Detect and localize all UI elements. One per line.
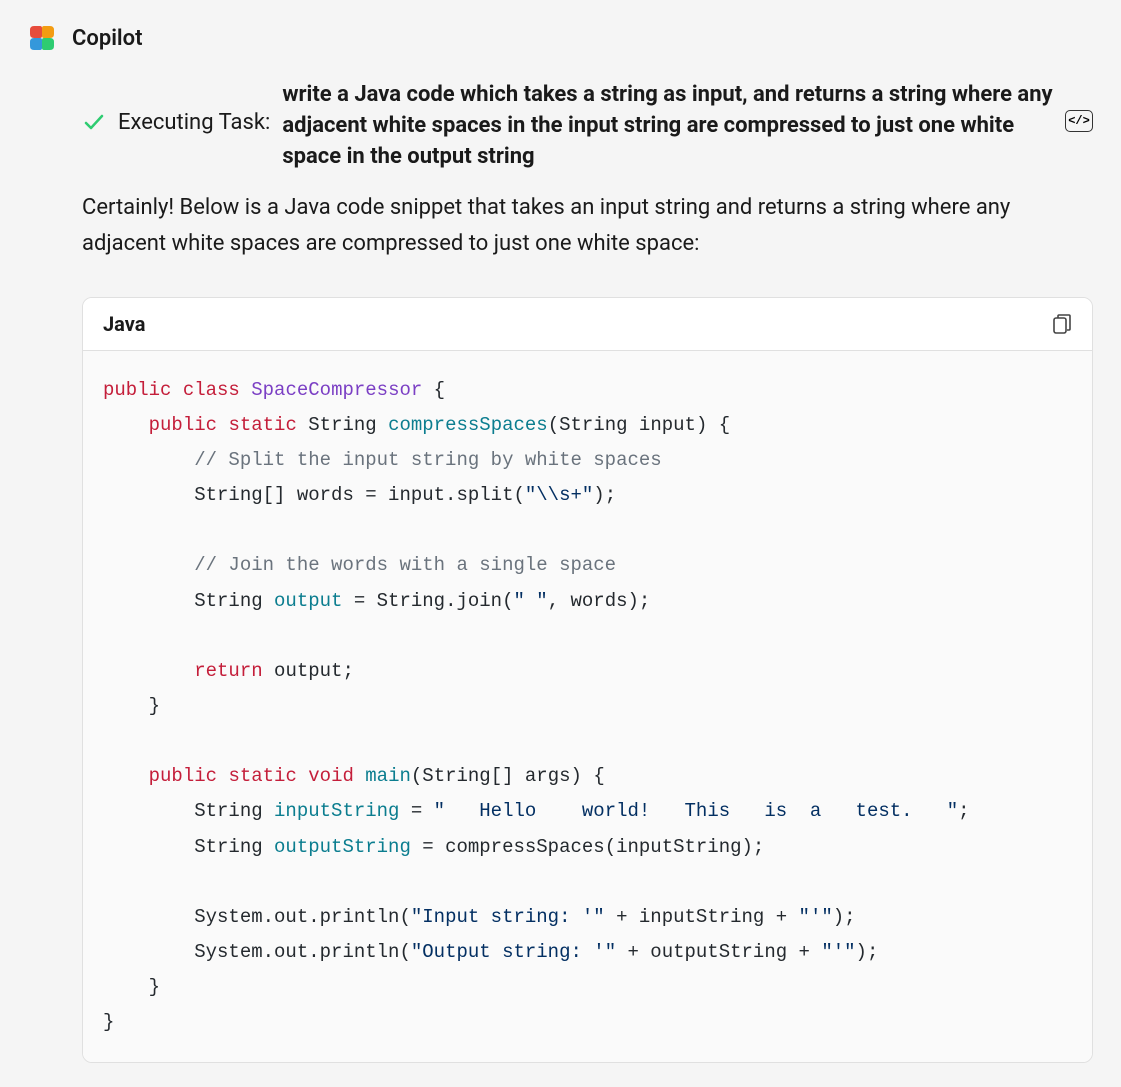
- check-icon: [82, 110, 106, 134]
- code-block: Java public class SpaceCompressor { publ…: [82, 297, 1093, 1064]
- app-title: Copilot: [72, 26, 142, 51]
- view-code-button[interactable]: </>: [1065, 110, 1093, 132]
- task-row: Executing Task: write a Java code which …: [82, 80, 1093, 172]
- copy-code-button[interactable]: [1052, 313, 1072, 335]
- code-language-label: Java: [103, 312, 145, 336]
- code-block-header: Java: [83, 298, 1092, 351]
- app-header: Copilot: [28, 24, 1093, 52]
- response-intro-text: Certainly! Below is a Java code snippet …: [82, 190, 1093, 260]
- code-content[interactable]: public class SpaceCompressor { public st…: [83, 351, 1092, 1063]
- copy-icon: [1053, 314, 1071, 334]
- task-label: Executing Task:: [118, 110, 270, 135]
- copilot-logo-icon: [28, 24, 56, 52]
- task-description: write a Java code which takes a string a…: [282, 80, 1053, 172]
